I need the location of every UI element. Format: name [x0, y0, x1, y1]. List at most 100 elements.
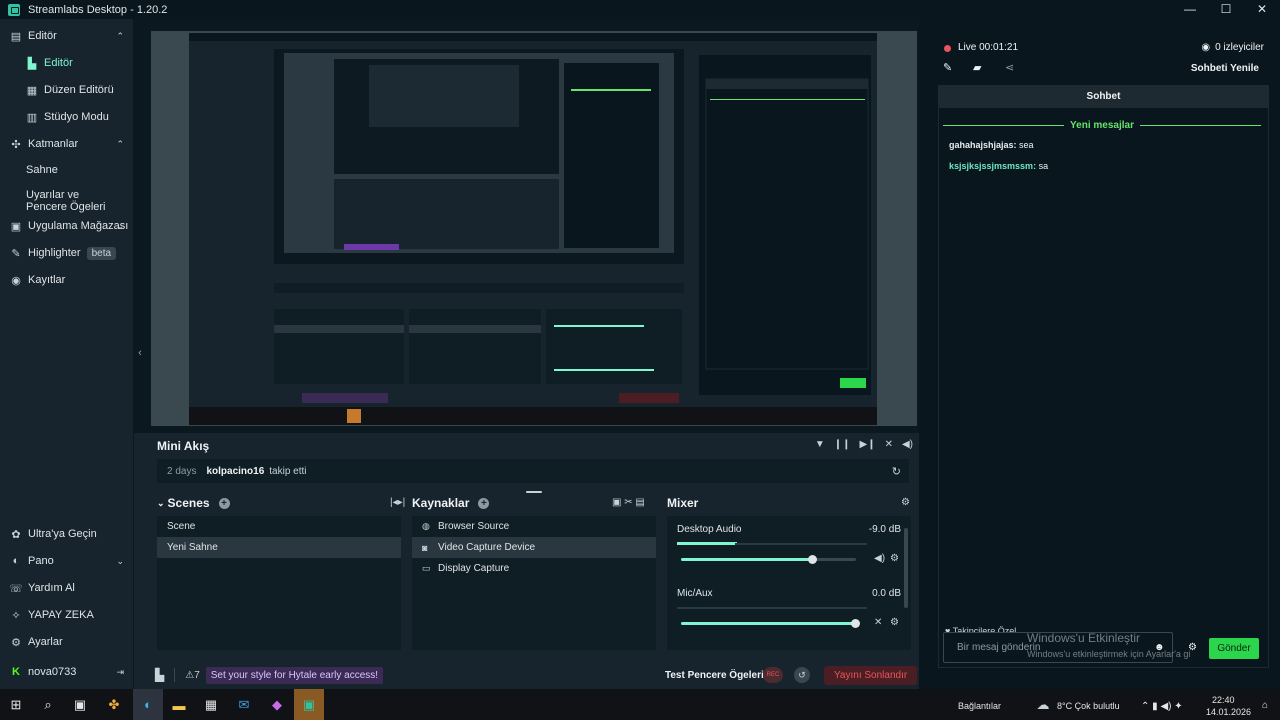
sidebar-item-editor-sub[interactable]: ▙ Editör: [0, 51, 134, 75]
mail-icon[interactable]: ✉: [233, 694, 255, 716]
skip-icon[interactable]: ▶❙: [860, 439, 876, 450]
streamlabs-logo-icon: [8, 3, 20, 16]
taskbar: ⊞ ⌕ ▣ ✤ ◐ ▬ ▦ ✉ ◆ ▣ Bağlantılar ☁ 8°C Ço…: [0, 689, 1280, 720]
add-scene-icon[interactable]: +: [218, 497, 230, 509]
source-item[interactable]: ◍ Browser Source: [412, 516, 656, 537]
weather-label[interactable]: 8°C Çok bulutlu: [1057, 701, 1120, 711]
gear-icon[interactable]: ⚙: [890, 553, 899, 564]
maximize-button[interactable]: ☐: [1208, 0, 1244, 19]
task-view-icon[interactable]: ▣: [69, 694, 91, 716]
add-source-icon[interactable]: +: [478, 497, 490, 509]
live-indicator-icon: [944, 45, 951, 52]
sidebar-item-recordings[interactable]: ◉ Kayıtlar: [0, 268, 134, 292]
ultra-icon: ✿: [11, 528, 21, 541]
speaker-icon[interactable]: ◀): [874, 553, 885, 564]
drag-handle-2[interactable]: [526, 491, 542, 493]
mini-feed: Mini Akış ▼ ❙❙ ▶❙ ✕ ◀) 2 days kolpacino1…: [147, 433, 919, 485]
minimize-button[interactable]: —: [1172, 0, 1208, 19]
sidebar-item-ai[interactable]: ✧ YAPAY ZEKA: [0, 603, 134, 627]
editor-active-icon: ▙: [27, 57, 37, 70]
volume-icon[interactable]: ◀): [902, 439, 913, 450]
sidebar-item-dashboard[interactable]: ◐ Pano ⌄: [0, 549, 134, 573]
kick-logo-icon: K: [12, 666, 20, 678]
sidebar-item-user[interactable]: K nova0733 ⇥: [0, 660, 134, 684]
scene-item[interactable]: Scene: [157, 516, 401, 537]
folder-icon[interactable]: ▰: [973, 61, 981, 74]
feed-user: kolpacino16: [206, 465, 265, 477]
sidebar-item-layout-editor[interactable]: ▦ Düzen Editörü: [0, 78, 134, 102]
source-item[interactable]: ▭ Display Capture: [412, 558, 656, 579]
feed-row: 2 days kolpacino16 takip etti ↻: [157, 459, 909, 483]
scrollbar[interactable]: [904, 528, 908, 608]
sidebar-item-help[interactable]: ☏ Yardım Al: [0, 576, 134, 600]
sidebar-item-editor[interactable]: ▤ Editör ⌃: [0, 24, 134, 48]
sidebar-item-app-store[interactable]: ▣ Uygulama Mağazası ⌄: [0, 214, 134, 238]
globe-icon: ◍: [422, 521, 430, 531]
clock-date[interactable]: 14.01.2026: [1206, 707, 1251, 717]
record-button[interactable]: REC: [763, 667, 783, 683]
chevron-down-icon[interactable]: ⌄: [157, 498, 165, 509]
mini-feed-title: Mini Akış: [157, 439, 210, 453]
scene-item-selected[interactable]: Yeni Sahne: [157, 537, 401, 558]
chat-message: gahahajshjajas: sea: [949, 140, 1034, 150]
viewer-count: ◉ 0 izleyiciler: [1201, 42, 1264, 53]
stream-preview[interactable]: [134, 19, 919, 433]
windows-activation-subtext: Windows'u etkinleştirmek için Ayarlar'a …: [1027, 649, 1191, 659]
edge-browser-icon[interactable]: ◐: [133, 689, 163, 720]
end-stream-button[interactable]: Yayını Sonlandır: [824, 666, 918, 685]
tray-icons[interactable]: ⌃ ▮ ◀) ✦: [1141, 701, 1183, 712]
edit-stream-icon[interactable]: ✎: [943, 61, 952, 74]
copilot-icon[interactable]: ✤: [103, 694, 125, 716]
mixer-header: Mixer: [667, 496, 699, 510]
volume-slider-knob[interactable]: [808, 555, 817, 564]
connections-label[interactable]: Bağlantılar: [958, 701, 1001, 711]
chat-panel: Live 00:01:21 ◉ 0 izleyiciler ✎ ▰ ⋖ Sohb…: [919, 19, 1280, 689]
filter-icon[interactable]: ▼: [815, 439, 825, 450]
recordings-icon: ◉: [11, 274, 21, 287]
pixel-app-icon[interactable]: ◆: [266, 694, 288, 716]
gear-icon[interactable]: ⚙: [890, 617, 899, 628]
scenes-header: ⌄ Scenes +: [157, 496, 230, 510]
collapse-sidebar-icon[interactable]: ‹: [134, 347, 146, 359]
sources-header: Kaynaklar +: [412, 496, 490, 510]
chevron-up-icon: ⌃: [116, 138, 124, 149]
warning-icon[interactable]: ⚠7: [185, 670, 200, 681]
mute-alerts-icon[interactable]: ✕: [885, 439, 893, 450]
sidebar-item-settings[interactable]: ⚙ Ayarlar: [0, 630, 134, 654]
logout-icon[interactable]: ⇥: [116, 667, 124, 678]
sidebar-item-studio-mode[interactable]: ▥ Stüdyo Modu: [0, 105, 134, 129]
source-item-selected[interactable]: ◙ Video Capture Device: [412, 537, 656, 558]
replay-icon[interactable]: ↻: [892, 465, 901, 478]
chat-message: ksjsjksjssjmsmssm: sa: [949, 161, 1049, 171]
sidebar-item-highlighter[interactable]: ✎ Highlighter beta: [0, 241, 134, 265]
store-icon[interactable]: ▦: [200, 694, 222, 716]
refresh-chat-button[interactable]: Sohbeti Yenile: [1191, 63, 1259, 74]
sidebar-item-alerts-widgets[interactable]: Uyarılar ve Pencere Ögeleri: [0, 185, 134, 217]
stats-icon[interactable]: ▙: [155, 668, 164, 682]
replay-buffer-icon[interactable]: ↺: [794, 667, 810, 683]
file-explorer-icon[interactable]: ▬: [168, 694, 190, 716]
clock-time[interactable]: 22:40: [1212, 695, 1235, 705]
pause-icon[interactable]: ❙❙: [834, 439, 851, 450]
streamlabs-taskbar-icon[interactable]: ▣: [294, 689, 324, 720]
sidebar-item-layers[interactable]: ✣ Katmanlar ⌃: [0, 132, 134, 156]
windows-activation-watermark: Windows'u Etkinleştir: [1027, 631, 1140, 645]
feed-action: takip etti: [269, 465, 307, 477]
search-icon[interactable]: ⌕: [37, 694, 59, 716]
gear-icon[interactable]: ⚙: [901, 497, 910, 508]
notification-icon[interactable]: ⌂: [1262, 700, 1268, 711]
studio-mode-icon: ▥: [26, 111, 38, 124]
sidebar-item-scene[interactable]: Sahne: [0, 158, 134, 182]
transition-icon[interactable]: |◂▸|: [390, 497, 405, 508]
sidebar-item-ultra[interactable]: ✿ Ultra'ya Geçin: [0, 522, 134, 546]
share-icon[interactable]: ⋖: [1005, 61, 1014, 74]
source-tools-icon[interactable]: ▣ ✂ ▤: [612, 497, 645, 508]
send-button[interactable]: Gönder: [1209, 638, 1259, 659]
volume-slider-knob[interactable]: [851, 619, 860, 628]
test-widgets-label[interactable]: Test Pencere Ögeleri: [665, 670, 764, 681]
sources-list: ◍ Browser Source ◙ Video Capture Device ▭ D…: [412, 516, 656, 650]
mic-muted-icon[interactable]: ✕: [874, 617, 882, 628]
windows-start-icon[interactable]: ⊞: [5, 694, 27, 716]
promo-banner[interactable]: Set your style for Hytale early access!: [205, 666, 384, 684]
close-button[interactable]: ✕: [1244, 0, 1280, 19]
